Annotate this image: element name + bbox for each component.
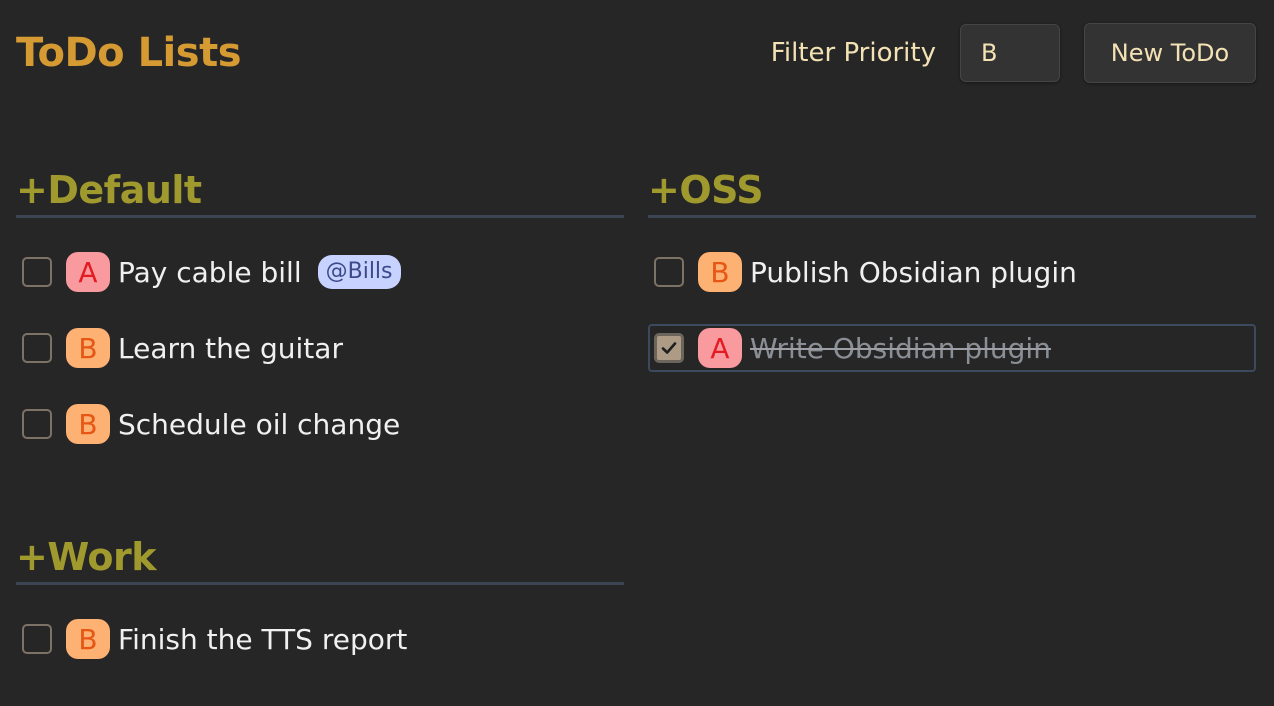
section-work: +Work B Finish the TTS report (16, 533, 624, 691)
filter-priority-label: Filter Priority (770, 38, 936, 68)
todo-checkbox[interactable] (22, 409, 52, 439)
todo-checkbox[interactable] (22, 333, 52, 363)
section-title: +Work (16, 535, 157, 579)
todo-checkbox-checked[interactable] (654, 333, 684, 363)
todo-checkbox[interactable] (22, 624, 52, 654)
todo-item-focused: A Write Obsidian plugin (648, 324, 1256, 372)
todo-item: B Publish Obsidian plugin (648, 248, 1256, 296)
todo-text: Pay cable bill (118, 255, 302, 289)
priority-badge: B (66, 619, 110, 659)
section-divider (648, 215, 1256, 218)
section-divider (16, 582, 624, 585)
todo-checkbox[interactable] (654, 257, 684, 287)
priority-badge: A (698, 328, 742, 368)
todo-text: Publish Obsidian plugin (750, 255, 1077, 289)
priority-badge: A (66, 252, 110, 292)
context-tag[interactable]: @Bills (317, 255, 401, 289)
todo-text: Schedule oil change (118, 407, 401, 441)
filter-priority-input[interactable]: B (960, 24, 1060, 82)
section-title: +OSS (648, 168, 764, 212)
new-todo-button[interactable]: New ToDo (1084, 23, 1256, 83)
todo-text-completed: Write Obsidian plugin (750, 331, 1051, 365)
section-default: +Default A Pay cable bill @Bills B Learn… (16, 166, 624, 476)
todo-checkbox[interactable] (22, 257, 52, 287)
header: ToDo Lists Filter Priority B New ToDo (16, 22, 1256, 84)
section-divider (16, 215, 624, 218)
todo-item: B Schedule oil change (16, 400, 624, 448)
todo-text: Finish the TTS report (118, 622, 408, 656)
priority-badge: B (698, 252, 742, 292)
section-oss: +OSS B Publish Obsidian plugin A Write O… (648, 166, 1256, 400)
check-icon (661, 342, 677, 354)
todo-item: B Finish the TTS report (16, 615, 624, 663)
page-title: ToDo Lists (16, 30, 241, 76)
priority-badge: B (66, 404, 110, 444)
priority-badge: B (66, 328, 110, 368)
section-title: +Default (16, 168, 202, 212)
todo-text: Learn the guitar (118, 331, 343, 365)
todo-item: B Learn the guitar (16, 324, 624, 372)
todo-item: A Pay cable bill @Bills (16, 248, 624, 296)
